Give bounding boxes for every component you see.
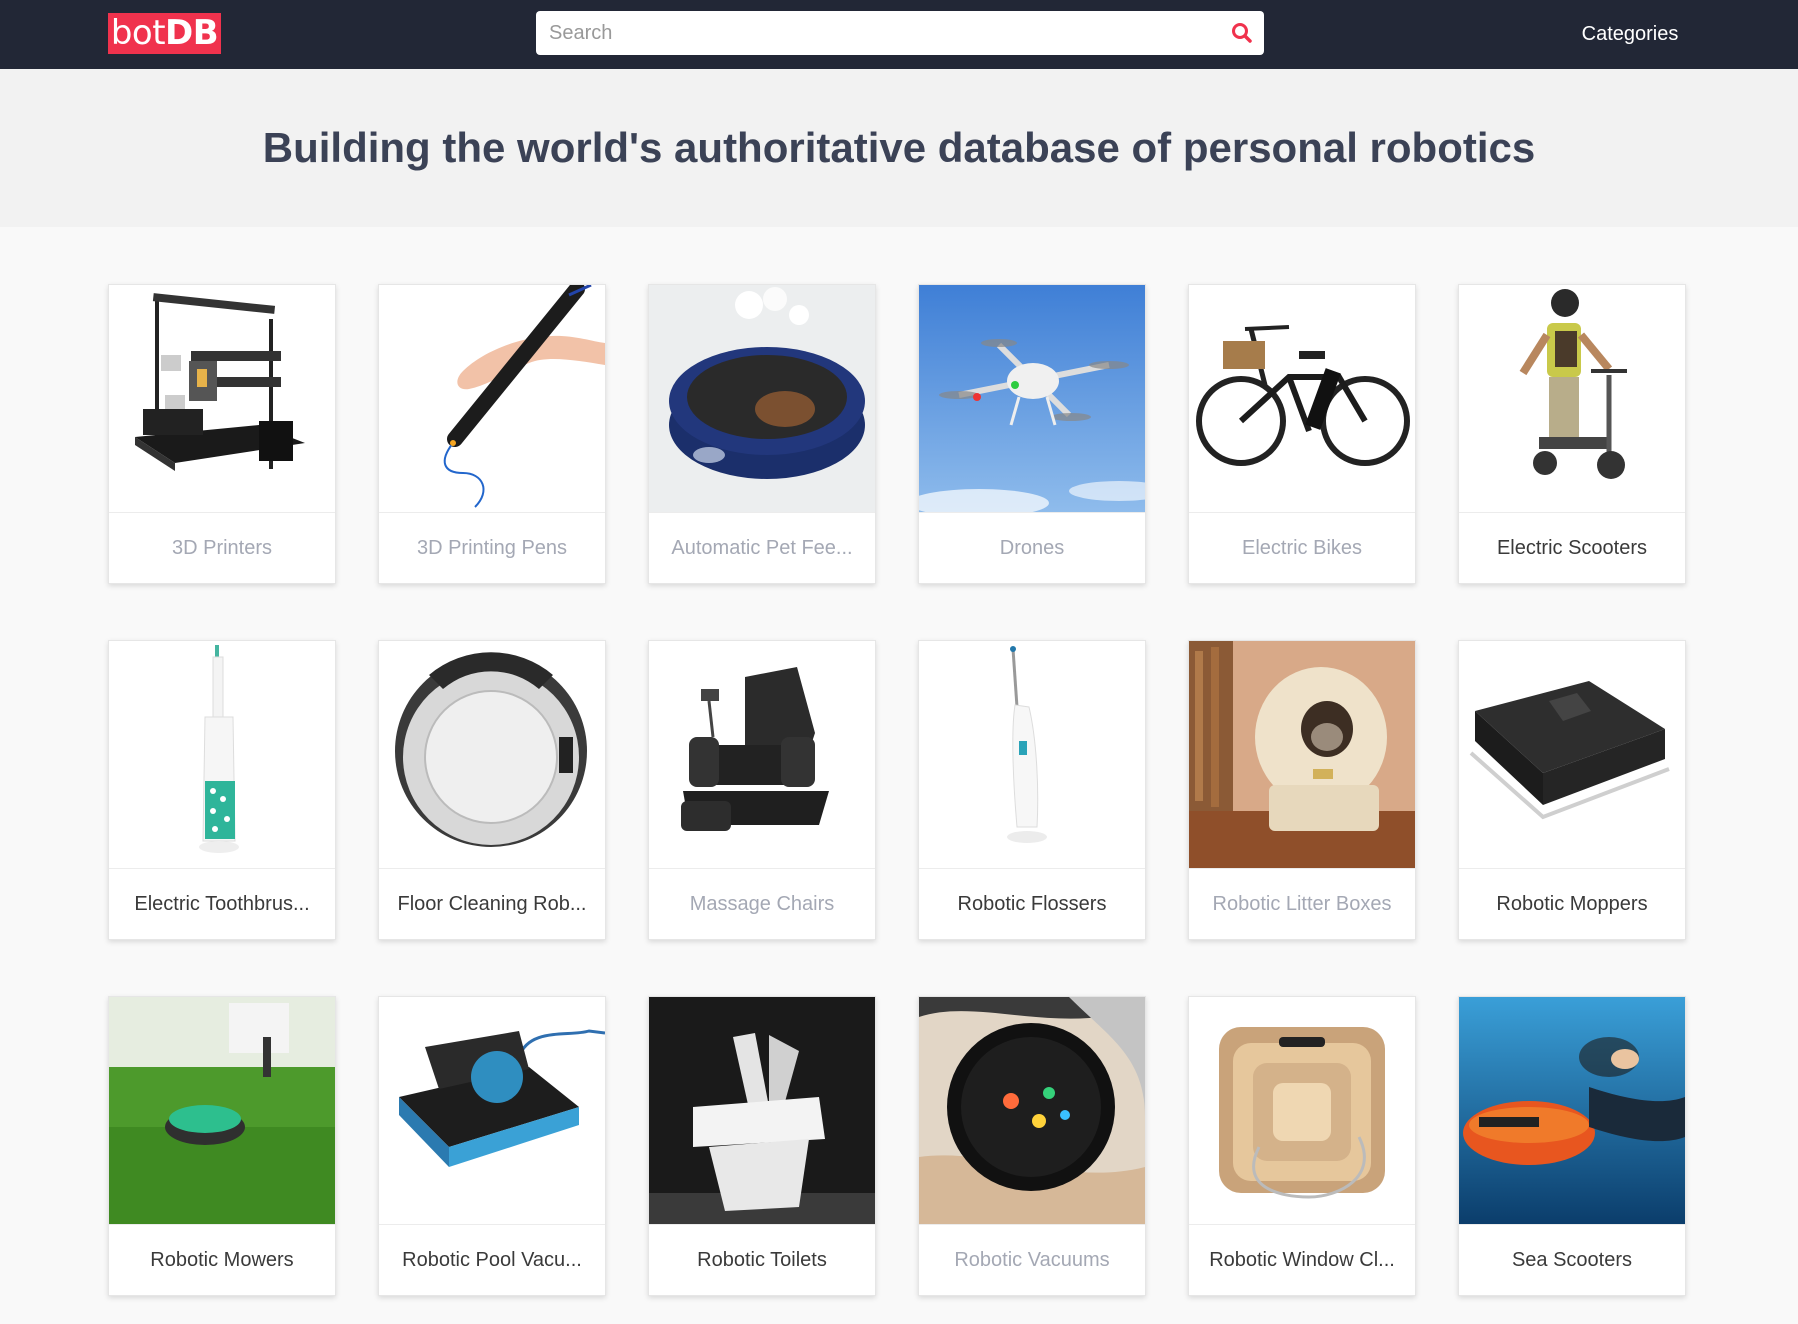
categories-menu-link[interactable]: Categories (1560, 20, 1700, 48)
category-label: Floor Cleaning Rob... (397, 893, 587, 915)
bike-icon (1189, 285, 1415, 512)
vacuum-icon (919, 997, 1145, 1224)
category-label: Robotic Window Cl... (1209, 1249, 1395, 1271)
category-image (1459, 997, 1685, 1225)
sea-scooter-icon (1459, 997, 1685, 1224)
logo-light-text: bot (110, 13, 166, 53)
toothbrush-icon (109, 641, 335, 868)
category-card[interactable]: Robotic Window Cl... (1188, 996, 1416, 1296)
category-image (1459, 641, 1685, 869)
category-image (379, 997, 605, 1225)
category-card[interactable]: Automatic Pet Fee... (648, 284, 876, 584)
category-card[interactable]: 3D Printing Pens (378, 284, 606, 584)
category-card[interactable]: Electric Scooters (1458, 284, 1686, 584)
botdb-logo[interactable]: botDB (108, 13, 221, 54)
category-image (919, 285, 1145, 513)
category-card[interactable]: Electric Toothbrus... (108, 640, 336, 940)
search-bar (536, 11, 1264, 55)
mopper-icon (1459, 641, 1685, 868)
category-card[interactable]: Drones (918, 284, 1146, 584)
category-card[interactable]: Floor Cleaning Rob... (378, 640, 606, 940)
window-cleaner-icon (1189, 997, 1415, 1224)
3d-printer-icon (109, 285, 335, 512)
category-label: Robotic Flossers (957, 893, 1107, 915)
category-card[interactable]: Robotic Moppers (1458, 640, 1686, 940)
pool-vacuum-icon (379, 997, 605, 1224)
litter-box-icon (1189, 641, 1415, 868)
category-label: Massage Chairs (689, 893, 835, 915)
category-card[interactable]: Robotic Toilets (648, 996, 876, 1296)
category-image (919, 997, 1145, 1225)
category-card[interactable]: Robotic Litter Boxes (1188, 640, 1416, 940)
category-label: Robotic Mowers (150, 1249, 294, 1271)
pet-feeder-icon (649, 285, 875, 512)
category-label: Robotic Pool Vacu... (402, 1249, 582, 1271)
category-card[interactable]: Robotic Pool Vacu... (378, 996, 606, 1296)
mower-icon (109, 997, 335, 1224)
category-label: 3D Printers (171, 537, 273, 559)
category-label: Electric Bikes (1241, 537, 1363, 559)
category-image (109, 997, 335, 1225)
category-image (109, 641, 335, 869)
search-input[interactable] (536, 11, 1216, 55)
category-label: Robotic Toilets (697, 1249, 827, 1271)
category-image (379, 285, 605, 513)
category-label: Sea Scooters (1511, 1249, 1633, 1271)
category-image (1189, 997, 1415, 1225)
hero-title: Building the world's authoritative datab… (262, 124, 1536, 171)
3d-pen-icon (379, 285, 605, 512)
category-image (109, 285, 335, 513)
category-card[interactable]: Electric Bikes (1188, 284, 1416, 584)
category-card[interactable]: Sea Scooters (1458, 996, 1686, 1296)
category-image (649, 641, 875, 869)
category-label: Electric Toothbrus... (134, 893, 310, 915)
massage-chair-icon (649, 641, 875, 868)
category-card[interactable]: Robotic Mowers (108, 996, 336, 1296)
drone-icon (919, 285, 1145, 512)
category-image (919, 641, 1145, 869)
category-image (1189, 641, 1415, 869)
category-card[interactable]: 3D Printers (108, 284, 336, 584)
category-card[interactable]: Robotic Flossers (918, 640, 1146, 940)
category-image (649, 285, 875, 513)
toilet-icon (649, 997, 875, 1224)
category-label: 3D Printing Pens (416, 537, 568, 559)
category-label: Automatic Pet Fee... (671, 537, 853, 559)
category-label: Robotic Moppers (1496, 893, 1648, 915)
top-nav-bar: botDB Categories (0, 0, 1798, 69)
scooter-icon (1459, 285, 1685, 512)
floor-robot-icon (379, 641, 605, 868)
category-image (1189, 285, 1415, 513)
category-label: Robotic Litter Boxes (1212, 893, 1392, 915)
category-card[interactable]: Robotic Vacuums (918, 996, 1146, 1296)
category-image (649, 997, 875, 1225)
category-card[interactable]: Massage Chairs (648, 640, 876, 940)
flosser-icon (919, 641, 1145, 868)
category-image (379, 641, 605, 869)
hero-banner: Building the world's authoritative datab… (0, 69, 1798, 227)
category-label: Drones (999, 537, 1065, 559)
category-image (1459, 285, 1685, 513)
logo-bold-text: DB (165, 13, 219, 53)
category-label: Electric Scooters (1496, 537, 1648, 559)
category-label: Robotic Vacuums (954, 1249, 1110, 1271)
search-icon[interactable] (1230, 21, 1254, 45)
